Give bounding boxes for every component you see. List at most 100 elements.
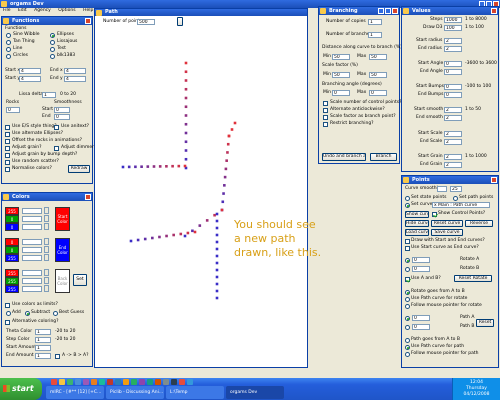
quick-launch-icon[interactable] [51,379,57,385]
undo-branch-button[interactable]: Undo and branch again [322,153,366,161]
draw-input[interactable]: 100 [444,25,462,31]
radio-subtract[interactable] [25,311,30,316]
color-channel-input[interactable] [22,278,42,284]
reset-curve-button[interactable]: Reset curve [431,220,463,227]
color-channel-spin[interactable] [44,254,49,261]
quick-launch-icon[interactable] [99,379,105,385]
rotate-b-input[interactable]: 0 [412,266,430,272]
radio-use-path-curve[interactable] [405,345,410,350]
check-anitext[interactable] [54,125,59,130]
task-piclib[interactable]: Piclib - Discussing Ani... [106,386,164,399]
colors-close-button[interactable] [85,194,91,200]
check-grain-bump[interactable] [5,153,10,158]
branches-input[interactable]: 1 [368,32,382,38]
points-close-button[interactable] [491,177,497,183]
dist-min-input[interactable]: 50 [332,54,350,60]
check-draw-se[interactable] [405,239,410,244]
radio-rotate-goes[interactable] [405,290,410,295]
values-close-button[interactable] [491,8,497,14]
check-scale-branch-point[interactable] [323,115,328,120]
smoothing-input[interactable]: 25 [450,186,462,192]
color-channel-spin[interactable] [44,246,49,253]
check-alt-coloring[interactable] [5,320,10,325]
start-radius-input[interactable]: 2 [444,38,462,44]
theta-color-input[interactable]: 1 [35,329,51,335]
check-adjust-dimmer[interactable] [54,146,59,151]
smooth-start-input[interactable]: 0 [54,107,70,113]
color-channel-spin[interactable] [44,207,49,214]
start-y-input[interactable]: 4 [19,76,41,82]
quick-launch-icon[interactable] [75,379,81,385]
radio-rotate-a[interactable] [405,258,410,263]
menu-file[interactable]: File [3,8,11,13]
check-alternate-anticlockwise[interactable] [323,108,328,113]
color-channel-input[interactable] [22,208,42,214]
color-channel-value[interactable]: 0 [5,215,19,223]
check-use-ab[interactable] [405,277,410,282]
redraw-button[interactable]: Redraw [68,165,90,173]
color-channel-value[interactable]: 255 [5,207,19,215]
quick-launch-icon[interactable] [123,379,129,385]
radio-set-curve[interactable] [405,203,410,208]
task-orgams[interactable]: orgams Dev [226,386,284,399]
end-scale-input[interactable]: 2 [444,139,462,145]
dist-max-input[interactable]: 50 [369,54,387,60]
radio-follow-mouse-path[interactable] [405,352,410,357]
quick-launch-icon[interactable] [171,379,177,385]
quick-launch-icon[interactable] [131,379,137,385]
scale-max-input[interactable]: 50 [369,72,387,78]
radio-follow-mouse-rotate[interactable] [405,304,410,309]
radio-blk1383[interactable] [50,54,55,59]
quick-launch-icon[interactable] [115,379,121,385]
color-channel-input[interactable] [22,216,42,222]
color-channel-input[interactable] [22,247,42,253]
color-channel-input[interactable] [22,224,42,230]
start-smooth-input[interactable]: 2 [444,107,462,113]
quick-launch-icon[interactable] [83,379,89,385]
color-channel-spin[interactable] [44,277,49,284]
color-channel-value[interactable]: 0 [5,223,19,231]
set-color-button[interactable]: Set [73,274,87,286]
color-channel-spin[interactable] [44,285,49,292]
radio-line[interactable] [6,47,11,52]
quick-launch-icon[interactable] [139,379,145,385]
show-curve-button[interactable]: Show curve [405,211,429,218]
quick-launch-icon[interactable] [67,379,73,385]
quick-launch-icon[interactable] [155,379,161,385]
steps-input[interactable]: 1000 [444,17,462,23]
end-grain-input[interactable]: 2 [444,162,462,168]
check-restrict-branching[interactable] [323,122,328,127]
check-random-scatter[interactable] [5,160,10,165]
quick-launch-icon[interactable] [59,379,65,385]
radio-ellipses[interactable] [50,33,55,38]
check-normalise-colors[interactable] [5,167,10,172]
reset-rotate-button[interactable]: Reset Rotate [454,275,492,282]
radio-circles[interactable] [6,54,11,59]
color-channel-input[interactable] [22,239,42,245]
radio-lissajous[interactable] [50,40,55,45]
quick-launch-icon[interactable] [187,379,193,385]
branching-close-button[interactable] [392,8,398,14]
radio-rotate-b[interactable] [405,267,410,272]
end-y-input[interactable]: 4 [64,76,86,82]
radio-use-path-rotate[interactable] [405,297,410,302]
functions-close-button[interactable] [85,18,91,24]
path-b-input[interactable]: 0 [412,324,430,330]
curve-select[interactable]: x Main : Path curve [432,202,490,208]
end-x-input[interactable]: 4 [64,68,86,74]
lissa-delta-input[interactable]: 1 [42,92,56,98]
end-color-swatch[interactable]: End Color [55,238,70,262]
branch-min-button[interactable] [378,8,384,14]
rocks-input[interactable]: 0 [6,107,20,113]
quick-launch-icon[interactable] [147,379,153,385]
radio-best-guess[interactable] [53,311,58,316]
check-a-b[interactable] [55,354,60,359]
menu-agency[interactable]: Agency [34,8,51,13]
branch-button[interactable]: Branch [370,153,397,161]
start-grain-input[interactable]: 2 [444,154,462,160]
check-alt-ellipses[interactable] [5,132,10,137]
radio-sine-wibble[interactable] [6,33,11,38]
end-smooth-input[interactable]: 2 [444,115,462,121]
load-curve-button[interactable]: Load curve [405,229,429,236]
color-channel-value[interactable]: 255 [5,254,19,262]
